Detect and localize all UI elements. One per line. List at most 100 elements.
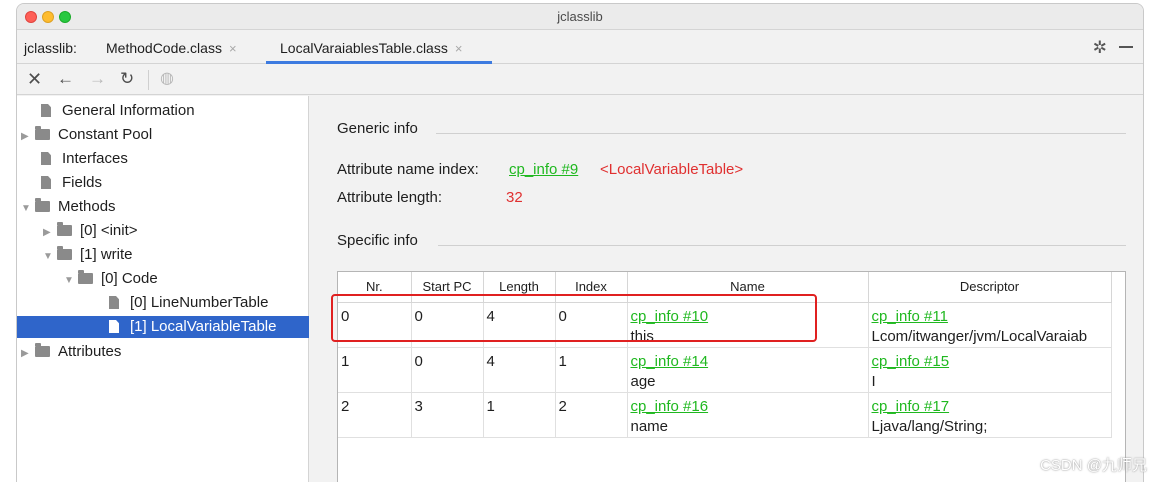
column-header-nr[interactable]: Nr.: [338, 272, 412, 303]
cell-nr: 2: [338, 391, 412, 438]
tab-bar-prefix: jclasslib:: [24, 40, 77, 56]
watermark: CSDN @九师兄: [1040, 457, 1147, 474]
close-tab-icon[interactable]: ×: [229, 41, 237, 56]
tab-bar: jclasslib: MethodCode.class × LocalVaraia…: [17, 31, 1143, 64]
toolbar-divider: [148, 70, 149, 90]
folder-icon: [57, 246, 72, 260]
collapse-arrow-icon[interactable]: ▼: [21, 198, 35, 220]
tree-node-code[interactable]: ▼ [0] Code: [64, 268, 158, 290]
tree-node-localvariabletable[interactable]: [1] LocalVariableTable: [17, 316, 309, 338]
column-header-descriptor[interactable]: Descriptor: [867, 272, 1112, 303]
name-cp-link[interactable]: cp_info #16: [631, 397, 865, 417]
tree-node-general-information[interactable]: General Information: [27, 100, 195, 122]
folder-icon: [35, 198, 50, 212]
file-icon: [41, 104, 51, 117]
cell-descriptor: cp_info #11 Lcom/itwanger/jvm/LocalVaraia…: [867, 301, 1112, 348]
tree-node-fields[interactable]: Fields: [27, 172, 102, 194]
close-icon[interactable]: ✕: [27, 69, 42, 89]
cell-nr: 0: [338, 301, 412, 348]
cell-length: 4: [482, 301, 556, 348]
table-row[interactable]: 1 0 4 1 cp_info #14 age cp_info #15 I: [338, 346, 1112, 393]
folder-icon: [57, 222, 72, 236]
attribute-name-index-link[interactable]: cp_info #9: [509, 161, 578, 178]
detail-panel: Generic info Attribute name index: cp_in…: [310, 96, 1143, 482]
refresh-icon[interactable]: ↻: [120, 69, 134, 89]
title-bar: jclasslib: [17, 4, 1143, 30]
cell-index: 0: [554, 301, 628, 348]
tree-node-init[interactable]: ▶ [0] <init>: [43, 220, 138, 242]
tree-node-write[interactable]: ▼ [1] write: [43, 244, 133, 266]
globe-icon[interactable]: ◍: [160, 69, 174, 89]
tab-label: LocalVaraiablesTable.class: [280, 40, 448, 56]
tree-node-interfaces[interactable]: Interfaces: [27, 148, 128, 170]
table-row[interactable]: 0 0 4 0 cp_info #10 this cp_info #11 Lcom/…: [338, 301, 1112, 348]
expand-arrow-icon[interactable]: ▶: [43, 222, 57, 244]
cell-descriptor: cp_info #17 Ljava/lang/String;: [867, 391, 1112, 438]
tab-methodcode[interactable]: MethodCode.class ×: [106, 31, 237, 64]
section-divider: [436, 133, 1126, 134]
collapse-arrow-icon[interactable]: ▼: [43, 246, 57, 268]
generic-info-heading: Generic info: [337, 120, 418, 137]
file-icon: [109, 296, 119, 309]
descriptor-cp-link[interactable]: cp_info #15: [872, 352, 1108, 372]
expand-arrow-icon[interactable]: ▶: [21, 343, 35, 365]
class-tree: General Information ▶ Constant Pool Inter…: [17, 96, 309, 482]
cell-index: 1: [554, 346, 628, 393]
gear-icon[interactable]: ✲: [1093, 38, 1107, 58]
tree-node-constant-pool[interactable]: ▶ Constant Pool: [21, 124, 152, 146]
attribute-length-label: Attribute length:: [337, 189, 443, 206]
minimize-panel-icon[interactable]: [1119, 46, 1133, 48]
cell-nr: 1: [338, 346, 412, 393]
name-value: age: [630, 372, 656, 390]
attribute-name-index-value: <LocalVariableTable>: [600, 161, 744, 178]
name-cp-link[interactable]: cp_info #14: [631, 352, 865, 372]
name-value: name: [630, 417, 669, 435]
folder-icon: [35, 126, 50, 140]
folder-icon: [35, 343, 50, 357]
back-arrow-icon[interactable]: ←: [57, 69, 74, 89]
file-icon: [109, 320, 119, 333]
descriptor-cp-link[interactable]: cp_info #17: [872, 397, 1108, 417]
descriptor-value: Lcom/itwanger/jvm/LocalVaraiab: [871, 327, 1088, 345]
name-value: this: [630, 327, 654, 345]
table-header-row: Nr. Start PC Length Index Name Descripto…: [338, 272, 1112, 303]
column-header-index[interactable]: Index: [554, 272, 628, 303]
table: Nr. Start PC Length Index Name Descripto…: [338, 272, 1112, 438]
cell-length: 1: [482, 391, 556, 438]
column-header-start-pc[interactable]: Start PC: [410, 272, 484, 303]
specific-info-heading: Specific info: [337, 232, 418, 249]
section-divider: [438, 245, 1126, 246]
forward-arrow-icon[interactable]: →: [89, 69, 106, 89]
attribute-name-index-label: Attribute name index:: [337, 161, 479, 178]
tab-label: MethodCode.class: [106, 40, 222, 56]
tree-node-attributes[interactable]: ▶ Attributes: [21, 341, 121, 363]
column-header-length[interactable]: Length: [482, 272, 556, 303]
descriptor-value: Ljava/lang/String;: [871, 417, 988, 435]
close-tab-icon[interactable]: ×: [455, 41, 463, 56]
tab-localvariablestable[interactable]: LocalVaraiablesTable.class ×: [266, 31, 492, 64]
cell-descriptor: cp_info #15 I: [867, 346, 1112, 393]
cell-length: 4: [482, 346, 556, 393]
local-variable-table: Nr. Start PC Length Index Name Descripto…: [337, 271, 1126, 482]
cell-start-pc: 0: [410, 346, 484, 393]
column-header-name[interactable]: Name: [626, 272, 869, 303]
file-icon: [41, 152, 51, 165]
cell-start-pc: 0: [410, 301, 484, 348]
name-cp-link[interactable]: cp_info #10: [631, 307, 865, 327]
cell-start-pc: 3: [410, 391, 484, 438]
collapse-arrow-icon[interactable]: ▼: [64, 270, 78, 292]
expand-arrow-icon[interactable]: ▶: [21, 126, 35, 148]
descriptor-value: I: [871, 372, 876, 390]
file-icon: [41, 176, 51, 189]
cell-index: 2: [554, 391, 628, 438]
folder-icon: [78, 270, 93, 284]
cell-name: cp_info #10 this: [626, 301, 869, 348]
cell-name: cp_info #16 name: [626, 391, 869, 438]
tree-node-methods[interactable]: ▼ Methods: [21, 196, 116, 218]
descriptor-cp-link[interactable]: cp_info #11: [872, 307, 1108, 327]
cell-name: cp_info #14 age: [626, 346, 869, 393]
table-row[interactable]: 2 3 1 2 cp_info #16 name cp_info #17 Ljava…: [338, 391, 1112, 438]
tree-node-linenumbertable[interactable]: [0] LineNumberTable: [95, 292, 268, 314]
window-title: jclasslib: [557, 9, 603, 24]
toolbar: ✕ ← → ↻ ◍: [17, 65, 1143, 95]
